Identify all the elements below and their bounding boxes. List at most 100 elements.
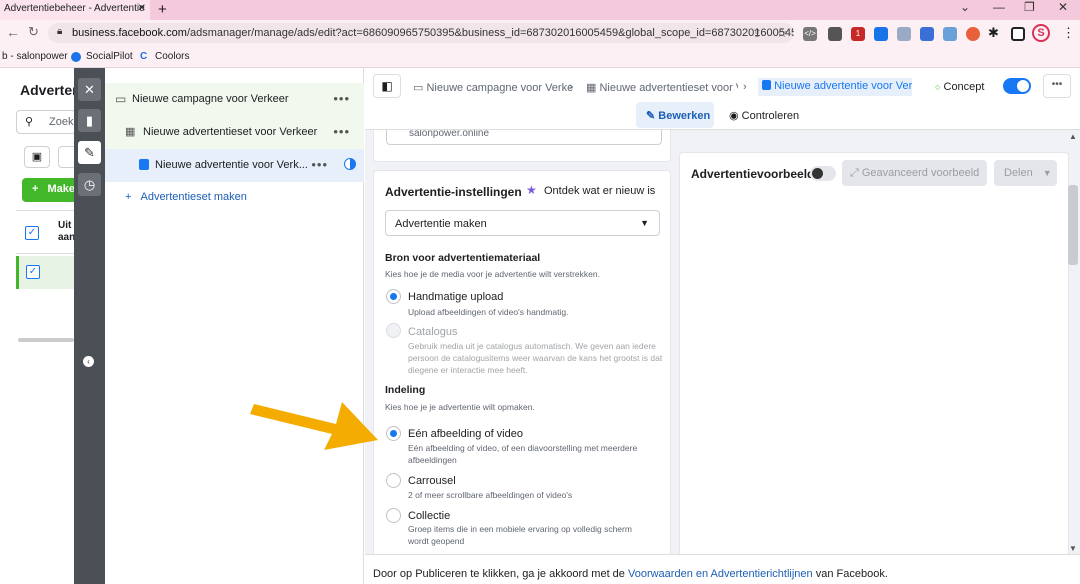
- chart-icon[interactable]: ▮: [78, 109, 101, 132]
- carousel-radio[interactable]: [386, 473, 401, 488]
- publish-toggle[interactable]: [1003, 78, 1031, 94]
- add-adset-link[interactable]: + Advertentieset maken: [125, 191, 247, 203]
- select-all-checkbox[interactable]: ✓: [25, 226, 39, 240]
- carousel-label: Carrousel: [408, 475, 456, 487]
- extension-icon[interactable]: [943, 27, 957, 41]
- socialpilot-icon: [71, 52, 81, 62]
- whats-new-link[interactable]: Ontdek wat er nieuw is: [544, 185, 655, 197]
- star-icon: ★: [526, 183, 537, 197]
- tab-review[interactable]: ◉ Controleren: [729, 109, 799, 122]
- ad-settings-panel: salonpower.online Advertentie-instelling…: [365, 130, 672, 554]
- sidepanel-icon[interactable]: [1011, 27, 1025, 41]
- extension-icon[interactable]: [897, 27, 911, 41]
- back-icon[interactable]: ←: [6, 24, 20, 40]
- history-clock-icon[interactable]: ◷: [78, 173, 101, 196]
- share-dropdown-button[interactable]: Delen ▼: [994, 160, 1057, 186]
- tree-item-campaign[interactable]: ▭ Nieuwe campagne voor Verkeer •••: [105, 83, 364, 116]
- tab-edit[interactable]: ✎ Bewerken: [636, 102, 714, 128]
- horizontal-scrollbar[interactable]: [18, 338, 74, 342]
- search-icon: ⚲: [25, 116, 34, 128]
- extension-icon[interactable]: [874, 27, 888, 41]
- more-options-icon[interactable]: •••: [333, 124, 350, 139]
- row-checkbox[interactable]: ✓: [26, 265, 40, 279]
- close-icon[interactable]: ✕: [78, 78, 101, 101]
- badge-extension-icon[interactable]: 1: [851, 27, 865, 41]
- campaign-tree: ▭ Nieuwe campagne voor Verkeer ••• ▦ Nie…: [105, 68, 364, 584]
- preview-title: Advertentievoorbeeld: [691, 167, 815, 181]
- publish-terms-footer: Door op Publiceren te klikken, ga je akk…: [365, 554, 1080, 584]
- restore-icon[interactable]: ❐: [1024, 0, 1035, 14]
- edit-pencil-icon[interactable]: ✎: [78, 141, 101, 164]
- new-tab-icon[interactable]: +: [158, 1, 167, 18]
- breadcrumb-campaign[interactable]: ▭ Nieuwe campagne voor Verke: [413, 81, 573, 94]
- bookmark-star-icon[interactable]: ☆: [776, 25, 788, 41]
- status-dot-icon: ○: [935, 82, 941, 92]
- profile-avatar[interactable]: S: [1032, 24, 1050, 42]
- single-image-label: Eén afbeelding of video: [408, 428, 523, 440]
- puzzle-icon[interactable]: ✱: [988, 25, 999, 41]
- folder-icon: ▭: [413, 82, 427, 94]
- previous-section-card: salonpower.online: [373, 130, 671, 162]
- chevron-right-icon: ›: [569, 81, 573, 93]
- table-row[interactable]: ✓: [16, 256, 74, 289]
- scroll-up-icon[interactable]: ▲: [1069, 132, 1077, 141]
- manual-upload-radio[interactable]: [386, 289, 401, 304]
- search-input[interactable]: ⚲ Zoek: [16, 110, 76, 134]
- format-desc: Kies hoe je je advertentie wilt opmaken.: [385, 402, 535, 412]
- page-title: Adverten: [20, 82, 81, 98]
- scroll-down-icon[interactable]: ▼: [1069, 544, 1077, 553]
- toggle-column-header: Uit aan: [58, 220, 74, 243]
- close-icon[interactable]: ✕: [138, 3, 146, 14]
- table-header-row: ✓ Uit aan: [16, 210, 74, 254]
- ad-type-dropdown[interactable]: Advertentie maken ▼: [385, 210, 660, 236]
- menu-dots-icon[interactable]: ⋮: [1062, 25, 1075, 41]
- manual-upload-desc: Upload afbeeldingen of video's handmatig…: [408, 307, 569, 317]
- adset-grid-icon: ▦: [125, 126, 136, 138]
- breadcrumb-ad[interactable]: Nieuwe advertentie voor Verkе: [758, 78, 912, 96]
- bookmark-item[interactable]: b - salonpower: [2, 51, 68, 62]
- more-options-icon[interactable]: •••: [311, 157, 328, 172]
- editor-header: ◧ ▭ Nieuwe campagne voor Verke › ▦ Nieuw…: [365, 68, 1080, 130]
- collapse-chevron-icon[interactable]: ‹: [83, 356, 94, 367]
- ad-preview-panel: Advertentievoorbeeld ⤢ Geavanceerd voorb…: [672, 130, 1080, 562]
- code-extension-icon[interactable]: </>: [803, 27, 817, 41]
- tree-item-adset[interactable]: ▦ Nieuwe advertentieset voor Verkeer •••: [105, 116, 364, 149]
- advanced-preview-button[interactable]: ⤢ Geavanceerd voorbeeld: [842, 160, 987, 186]
- preview-toggle[interactable]: [810, 166, 836, 181]
- page-select[interactable]: salonpower.online: [386, 130, 662, 145]
- collection-radio[interactable]: [386, 508, 401, 523]
- share-page-icon[interactable]: ⇪: [752, 26, 762, 40]
- extension-icon[interactable]: [920, 27, 934, 41]
- caret-down-icon: ▼: [640, 218, 649, 228]
- breadcrumb-adset[interactable]: ▦ Nieuwe advertentieset voor Ve: [586, 81, 738, 94]
- sidebar-toggle-icon[interactable]: ◧: [373, 74, 401, 98]
- reload-icon[interactable]: ↻: [28, 24, 39, 40]
- folder-icon[interactable]: ▣: [24, 146, 50, 168]
- url-field[interactable]: 🔒︎ business.facebook.com/adsmanager/mana…: [48, 23, 794, 43]
- browser-tab[interactable]: Advertentiebeheer - Advertentie ✕: [0, 0, 150, 20]
- single-image-radio[interactable]: [386, 426, 401, 441]
- bookmarks-bar: b - salonpower SocialPilot C Coolors: [0, 46, 1080, 68]
- catalog-desc: Gebruik media uit je catalogus automatis…: [408, 341, 663, 375]
- section-title: Advertentie-instellingen: [385, 185, 522, 199]
- terms-link[interactable]: Voorwaarden en Advertentierichtlijnen: [628, 568, 813, 580]
- adset-grid-icon: ▦: [586, 82, 600, 94]
- bookmark-item[interactable]: SocialPilot: [86, 51, 133, 62]
- extension-icon[interactable]: [966, 27, 980, 41]
- more-options-button[interactable]: •••: [1043, 74, 1071, 98]
- extension-icon[interactable]: [828, 27, 842, 41]
- create-button[interactable]: + Make: [22, 178, 78, 202]
- collection-desc: Groep items die in een mobiele ervaring …: [408, 524, 632, 546]
- format-title: Indeling: [385, 384, 426, 396]
- carousel-desc: 2 of meer scrollbare afbeeldingen of vid…: [408, 490, 573, 500]
- chevron-down-icon[interactable]: ⌄: [960, 0, 970, 14]
- catalog-radio[interactable]: [386, 323, 401, 338]
- bookmark-item[interactable]: Coolors: [155, 51, 189, 62]
- more-options-icon[interactable]: •••: [333, 91, 350, 106]
- minimize-icon[interactable]: —: [993, 0, 1005, 14]
- ad-settings-card: Advertentie-instellingen ★ Ontdek wat er…: [373, 170, 671, 554]
- tree-item-ad[interactable]: Nieuwe advertentie voor Verk... •••: [105, 149, 364, 182]
- pencil-icon: ✎: [646, 110, 659, 122]
- vertical-scrollbar[interactable]: [1068, 185, 1078, 265]
- close-window-icon[interactable]: ✕: [1058, 0, 1068, 14]
